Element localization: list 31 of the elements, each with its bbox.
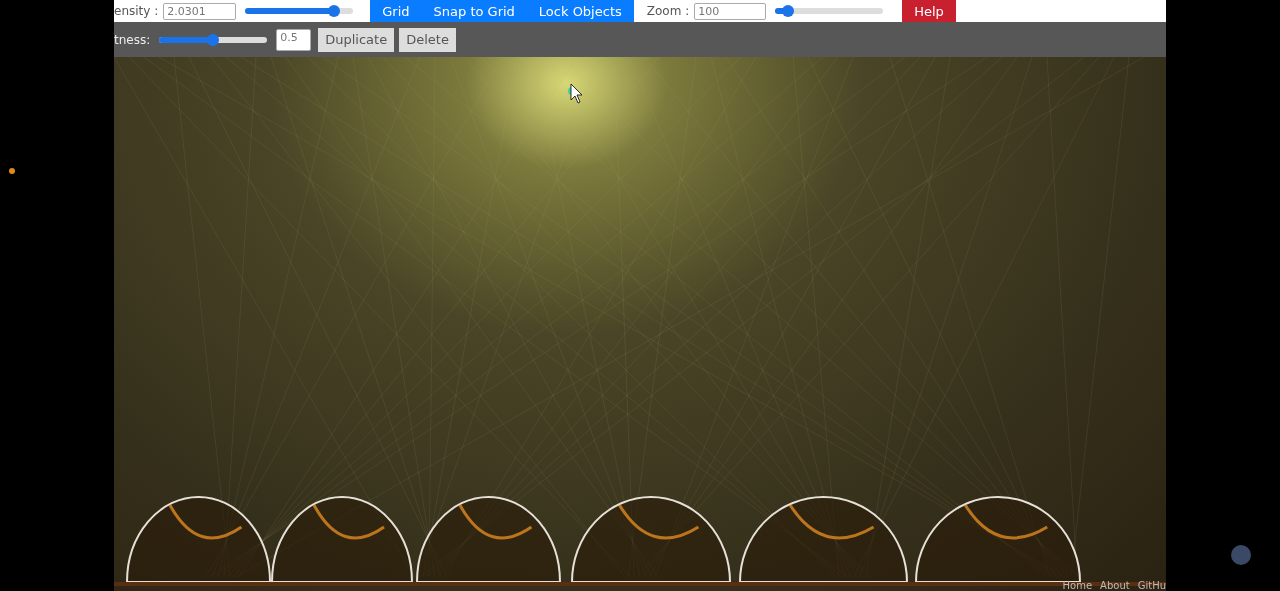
toggle-button[interactable]: Grid — [370, 0, 422, 22]
brightness-slider[interactable] — [159, 36, 268, 43]
brightness-input[interactable]: 0.5 — [276, 28, 312, 51]
semicircle-lens-drawing[interactable] — [739, 496, 908, 583]
help-button[interactable]: Help — [902, 0, 956, 22]
slider-thumb[interactable] — [782, 5, 795, 17]
zoom-label: Zoom : — [646, 4, 690, 18]
cursor-icon — [570, 83, 583, 104]
footer-link[interactable]: Home — [1062, 580, 1093, 591]
semicircle-lens-drawing[interactable] — [126, 496, 271, 583]
ray-canvas[interactable]: Home About GitHu — [114, 57, 1166, 591]
object-button[interactable]: Delete — [399, 27, 456, 52]
slider-thumb[interactable] — [207, 33, 220, 46]
footer-link[interactable]: About — [1100, 580, 1130, 591]
zoom-slider[interactable] — [775, 8, 884, 14]
zoom-input[interactable]: 100 — [694, 2, 767, 20]
footer-link[interactable]: GitHu — [1137, 580, 1166, 591]
semicircle-lens-drawing[interactable] — [915, 496, 1081, 583]
toggle-button[interactable]: Lock Objects — [526, 0, 634, 22]
semicircle-lens-drawing[interactable] — [571, 496, 731, 583]
density-input[interactable]: 2.0301 — [163, 2, 237, 20]
slider-thumb[interactable] — [327, 5, 340, 17]
object-button[interactable]: Duplicate — [318, 27, 395, 52]
density-label: ensity : — [114, 4, 159, 18]
density-slider[interactable] — [245, 8, 354, 14]
semicircle-lens-drawing[interactable] — [271, 496, 413, 583]
semicircle-lens-drawing[interactable] — [416, 496, 561, 583]
brightness-label: tness: — [114, 32, 151, 47]
toggle-button[interactable]: Snap to Grid — [421, 0, 527, 22]
globe-icon — [1229, 544, 1253, 566]
status-dot — [9, 168, 15, 174]
